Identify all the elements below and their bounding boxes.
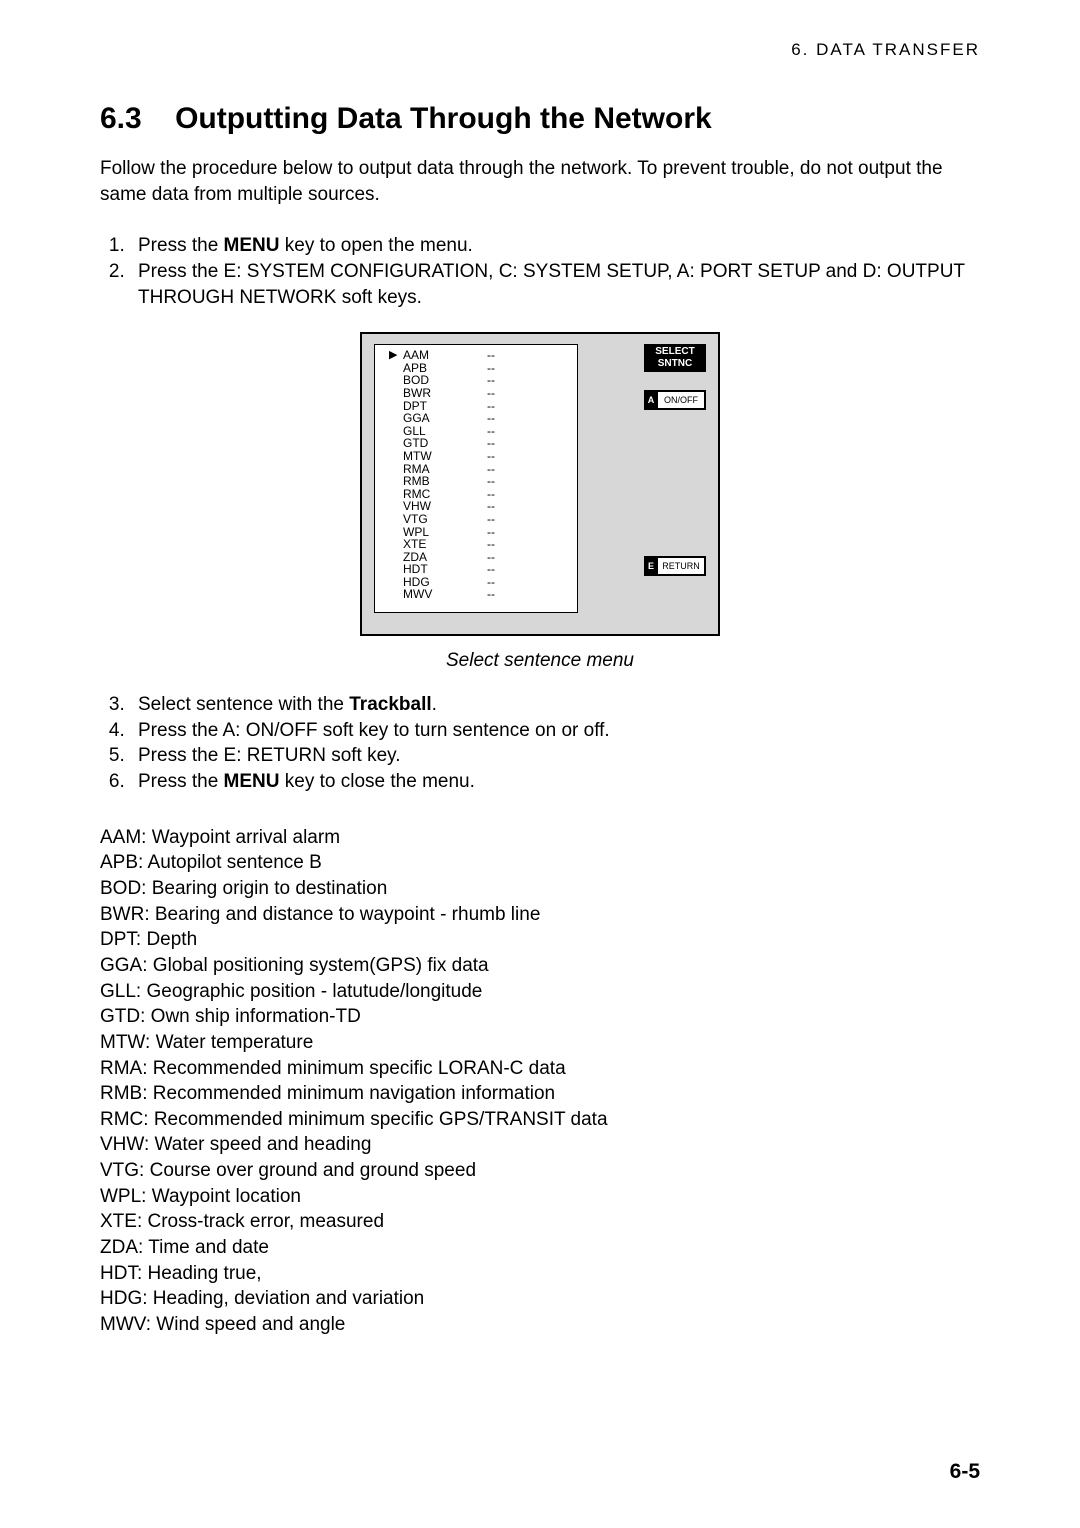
definition-line: MTW: Water temperature <box>100 1030 980 1056</box>
sentence-value: -- <box>451 513 531 526</box>
softkey-a-label: ON/OFF <box>658 390 706 410</box>
intro-paragraph: Follow the procedure below to output dat… <box>100 156 980 207</box>
list-item[interactable]: GGA-- <box>389 412 567 425</box>
list-item[interactable]: MTW-- <box>389 450 567 463</box>
list-item: Press the E: RETURN soft key. <box>130 743 980 769</box>
definition-line: HDT: Heading true, <box>100 1261 980 1287</box>
sentence-value: -- <box>451 563 531 576</box>
sentence-code: AAM <box>403 349 451 362</box>
list-item[interactable]: BWR-- <box>389 387 567 400</box>
sentence-code: GGA <box>403 412 451 425</box>
page-number: 6-5 <box>950 1460 980 1484</box>
definition-line: GTD: Own ship information-TD <box>100 1004 980 1030</box>
procedure-steps-1: Press the MENU key to open the menu.Pres… <box>100 233 980 310</box>
definition-line: MWV: Wind speed and angle <box>100 1312 980 1338</box>
definition-line: DPT: Depth <box>100 927 980 953</box>
sentence-value: -- <box>451 538 531 551</box>
definition-line: ZDA: Time and date <box>100 1235 980 1261</box>
list-item: Press the E: SYSTEM CONFIGURATION, C: SY… <box>130 259 980 310</box>
sentence-code: MTW <box>403 450 451 463</box>
sentence-value: -- <box>451 475 531 488</box>
sentence-code: VTG <box>403 513 451 526</box>
definition-line: APB: Autopilot sentence B <box>100 850 980 876</box>
page-header: 6. DATA TRANSFER <box>100 40 980 60</box>
softkey-e-return[interactable]: E RETURN <box>644 556 706 576</box>
list-item[interactable]: MWV-- <box>389 588 567 601</box>
list-item[interactable]: HDT-- <box>389 563 567 576</box>
softkey-e-letter: E <box>644 556 658 576</box>
softkey-a-letter: A <box>644 390 658 410</box>
list-item: Press the A: ON/OFF soft key to turn sen… <box>130 718 980 744</box>
definition-line: AAM: Waypoint arrival alarm <box>100 825 980 851</box>
sentence-definitions: AAM: Waypoint arrival alarmAPB: Autopilo… <box>100 825 980 1338</box>
definition-line: RMB: Recommended minimum navigation info… <box>100 1081 980 1107</box>
sentence-code: XTE <box>403 538 451 551</box>
section-title-text: Outputting Data Through the Network <box>175 102 712 135</box>
definition-line: GLL: Geographic position - latutude/long… <box>100 979 980 1005</box>
softkey-e-label: RETURN <box>658 556 706 576</box>
sentence-value: -- <box>451 450 531 463</box>
sentence-code: BWR <box>403 387 451 400</box>
list-item: Select sentence with the Trackball. <box>130 692 980 718</box>
sentence-list: ▶AAM--APB--BOD--BWR--DPT--GGA--GLL--GTD-… <box>374 344 578 613</box>
sentence-code: HDT <box>403 563 451 576</box>
sentence-value: -- <box>451 412 531 425</box>
figure-container: ▶AAM--APB--BOD--BWR--DPT--GGA--GLL--GTD-… <box>100 332 980 636</box>
selection-pointer-icon: ▶ <box>389 350 403 362</box>
list-item[interactable]: ▶AAM-- <box>389 349 567 362</box>
sentence-value: -- <box>451 349 531 362</box>
definition-line: RMC: Recommended minimum specific GPS/TR… <box>100 1107 980 1133</box>
section-number: 6.3 <box>100 102 142 135</box>
list-item[interactable]: RMB-- <box>389 475 567 488</box>
procedure-steps-2: Select sentence with the Trackball.Press… <box>100 692 980 795</box>
definition-line: BOD: Bearing origin to destination <box>100 876 980 902</box>
softkey-a-onoff[interactable]: A ON/OFF <box>644 390 706 410</box>
softkey-title: SELECT SNTNC <box>644 344 706 372</box>
definition-line: GGA: Global positioning system(GPS) fix … <box>100 953 980 979</box>
softkey-column: SELECT SNTNC A ON/OFF E RETURN <box>578 344 706 622</box>
figure-caption: Select sentence menu <box>100 650 980 672</box>
definition-line: WPL: Waypoint location <box>100 1184 980 1210</box>
sentence-code: RMB <box>403 475 451 488</box>
list-item: Press the MENU key to close the menu. <box>130 769 980 795</box>
sentence-value: -- <box>451 588 531 601</box>
definition-line: HDG: Heading, deviation and variation <box>100 1286 980 1312</box>
select-sentence-figure: ▶AAM--APB--BOD--BWR--DPT--GGA--GLL--GTD-… <box>360 332 720 636</box>
list-item[interactable]: XTE-- <box>389 538 567 551</box>
title-line2: SNTNC <box>658 358 692 369</box>
definition-line: XTE: Cross-track error, measured <box>100 1209 980 1235</box>
definition-line: VHW: Water speed and heading <box>100 1132 980 1158</box>
list-item: Press the MENU key to open the menu. <box>130 233 980 259</box>
title-line1: SELECT <box>655 346 694 357</box>
sentence-code: MWV <box>403 588 451 601</box>
definition-line: VTG: Course over ground and ground speed <box>100 1158 980 1184</box>
section-heading: 6.3 Outputting Data Through the Network <box>100 102 980 136</box>
definition-line: BWR: Bearing and distance to waypoint - … <box>100 902 980 928</box>
list-item[interactable]: VTG-- <box>389 513 567 526</box>
sentence-value: -- <box>451 387 531 400</box>
definition-line: RMA: Recommended minimum specific LORAN-… <box>100 1056 980 1082</box>
